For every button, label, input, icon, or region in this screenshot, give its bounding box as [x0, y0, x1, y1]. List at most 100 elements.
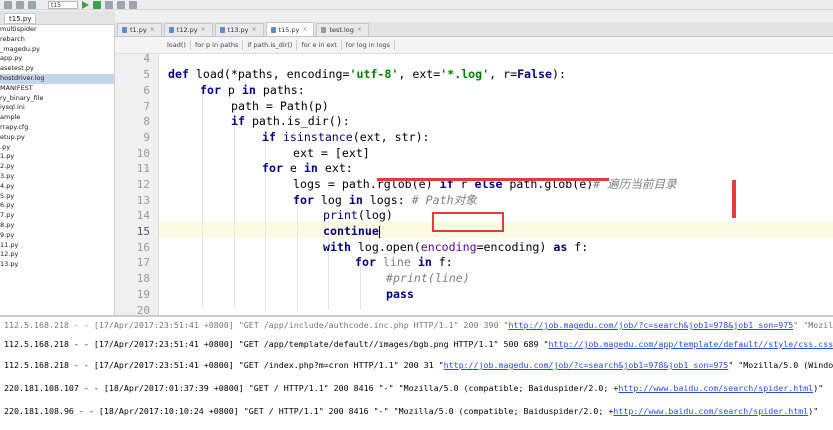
line-number: 4 — [143, 54, 150, 65]
code-editor[interactable]: 4 5 6 7 8 9 10 11 12 13 14 15 16 17 18 19 20 def load(*p… — [115, 54, 833, 315]
code-token: in — [348, 193, 363, 207]
main-toolbar: t15 — [0, 0, 833, 10]
tab-label: t15.py — [278, 25, 300, 34]
project-tree-item[interactable]: 3.py — [0, 172, 114, 182]
code-token: for — [355, 255, 376, 269]
project-tree-item[interactable]: 2.py — [0, 162, 114, 172]
editor-tab[interactable]: t1.py × — [117, 23, 162, 36]
code-token: if — [231, 114, 245, 128]
project-tree-item[interactable]: 8.py — [0, 221, 114, 231]
code-line-11: for e in ext: — [262, 161, 353, 177]
project-tree-item[interactable]: 4.py — [0, 182, 114, 192]
editor-tab[interactable]: t15.py × — [265, 22, 315, 36]
close-icon[interactable]: × — [302, 24, 307, 36]
code-token: 'utf-8' — [349, 67, 399, 81]
log-line: 112.5.168.218 - - [17/Apr/2017:23:51:41 … — [4, 339, 833, 349]
breadcrumb-item[interactable]: load() — [163, 40, 191, 50]
editor-tab[interactable]: t12.py × — [163, 23, 213, 36]
run-icon[interactable] — [82, 0, 89, 9]
log-text: 220.181.108.107 - - [18/Apr/2017:01:37:3… — [4, 383, 619, 393]
project-tree-item[interactable]: _magedu.py — [0, 45, 114, 55]
project-tree-item[interactable]: 1.py — [0, 152, 114, 162]
close-icon[interactable]: × — [150, 24, 155, 36]
project-tree-item[interactable]: iysql.ini — [0, 103, 114, 113]
log-line: 112.5.168.218 - - [17/Apr/2017:23:51:41 … — [4, 320, 833, 330]
code-token: , ext= — [398, 67, 441, 81]
code-token: =encoding) — [476, 240, 554, 254]
code-token: ): — [551, 67, 566, 81]
code-token: print — [323, 208, 358, 222]
code-token: (log) — [357, 208, 393, 222]
editor-tab[interactable]: test.log × — [316, 23, 369, 36]
stop-icon[interactable] — [105, 0, 113, 9]
build-icon[interactable] — [28, 0, 36, 9]
log-link[interactable]: http://www.baidu.com/search/spider.html — [618, 383, 813, 393]
close-icon[interactable]: × — [357, 24, 362, 36]
code-token: '*.log' — [440, 67, 490, 81]
run-config-select[interactable]: t15 — [48, 0, 78, 9]
breadcrumb-item[interactable]: if path.is_dir() — [243, 40, 298, 50]
code-token: def — [168, 67, 189, 81]
code-token: encoding — [420, 240, 477, 254]
project-tree-item[interactable]: etup.py — [0, 133, 114, 143]
nav-forward-icon[interactable] — [16, 0, 24, 9]
breadcrumb-item[interactable]: for log in logs — [342, 40, 396, 50]
code-token: , r= — [489, 67, 518, 81]
breadcrumb-item[interactable]: for p in paths — [191, 40, 244, 50]
python-file-icon — [219, 27, 225, 33]
log-output-panel: 112.5.168.218 - - [17/Apr/2017:23:51:41 … — [0, 315, 833, 430]
help-icon[interactable] — [129, 0, 137, 9]
breadcrumb-item[interactable]: for e in ext — [297, 40, 342, 50]
nav-back-icon[interactable] — [4, 0, 12, 9]
project-tree-item[interactable]: hostdriver.log — [0, 73, 114, 84]
log-link[interactable]: http://www.baidu.com/search/spider.html — [613, 406, 808, 416]
code-line-8: if path.is_dir(): — [231, 114, 350, 130]
line-number: 9 — [143, 131, 150, 144]
log-link[interactable]: http://job.magedu.com/app/template/defau… — [548, 339, 833, 349]
python-file-icon — [168, 27, 174, 33]
code-token: as — [553, 240, 568, 254]
line-number: 20 — [136, 304, 150, 315]
code-line-18: #print(line) — [386, 271, 470, 287]
editor-tab[interactable]: t13.py × — [214, 23, 264, 36]
code-token: pass — [386, 287, 414, 301]
log-text: 112.5.168.218 - - [17/Apr/2017:23:51:41 … — [4, 320, 509, 330]
project-tree-item[interactable]: rrapy.cfg — [0, 123, 114, 133]
code-line-6: for p in paths: — [200, 83, 305, 99]
project-tree-item[interactable]: 5.py — [0, 192, 114, 202]
annotation-underline — [377, 178, 609, 181]
close-icon[interactable]: × — [252, 24, 257, 36]
project-tree-item[interactable]: MANIFEST — [0, 84, 114, 94]
close-icon[interactable]: × — [201, 24, 206, 36]
code-token: p — [220, 83, 242, 97]
code-token: log — [313, 193, 349, 207]
project-tree-item[interactable]: 11.py — [0, 241, 114, 251]
project-tree-item[interactable]: ry_binary_file — [0, 94, 114, 104]
project-tree-item[interactable]: 9.py — [0, 231, 114, 241]
project-tree-item[interactable]: ample — [0, 113, 114, 123]
project-tree-item[interactable]: app.py — [0, 54, 114, 64]
log-text: 112.5.168.218 - - [17/Apr/2017:23:51:41 … — [4, 339, 549, 349]
line-number: 12 — [136, 178, 150, 191]
code-token: paths: — [255, 83, 305, 97]
project-tree-item[interactable]: asetest.py — [0, 64, 114, 74]
nav-file-tab[interactable]: t15.py — [4, 13, 37, 24]
code-token: in — [303, 161, 318, 175]
debug-icon[interactable] — [93, 0, 101, 9]
tab-label: t13.py — [227, 26, 249, 34]
log-link[interactable]: http://job.magedu.com/job/?c=search&job1… — [509, 320, 794, 330]
code-token: ext = [ext] — [293, 146, 370, 160]
line-number: 6 — [143, 84, 150, 97]
project-tree-item[interactable]: .py — [0, 143, 114, 153]
code-token: log.open( — [350, 240, 421, 254]
code-token: if — [262, 130, 276, 144]
project-tree-item[interactable]: 13.py — [0, 260, 114, 270]
project-tree-item[interactable]: 6.py — [0, 201, 114, 211]
project-tree-item[interactable]: rebarch — [0, 35, 114, 45]
project-tree-item[interactable]: 12.py — [0, 250, 114, 260]
log-link[interactable]: http://job.magedu.com/job/?c=search&job1… — [444, 360, 729, 370]
project-tree-item[interactable]: multispider — [0, 25, 114, 35]
line-number: 14 — [136, 209, 150, 222]
project-tree-item[interactable]: 7.py — [0, 211, 114, 221]
settings-icon[interactable] — [117, 0, 125, 9]
